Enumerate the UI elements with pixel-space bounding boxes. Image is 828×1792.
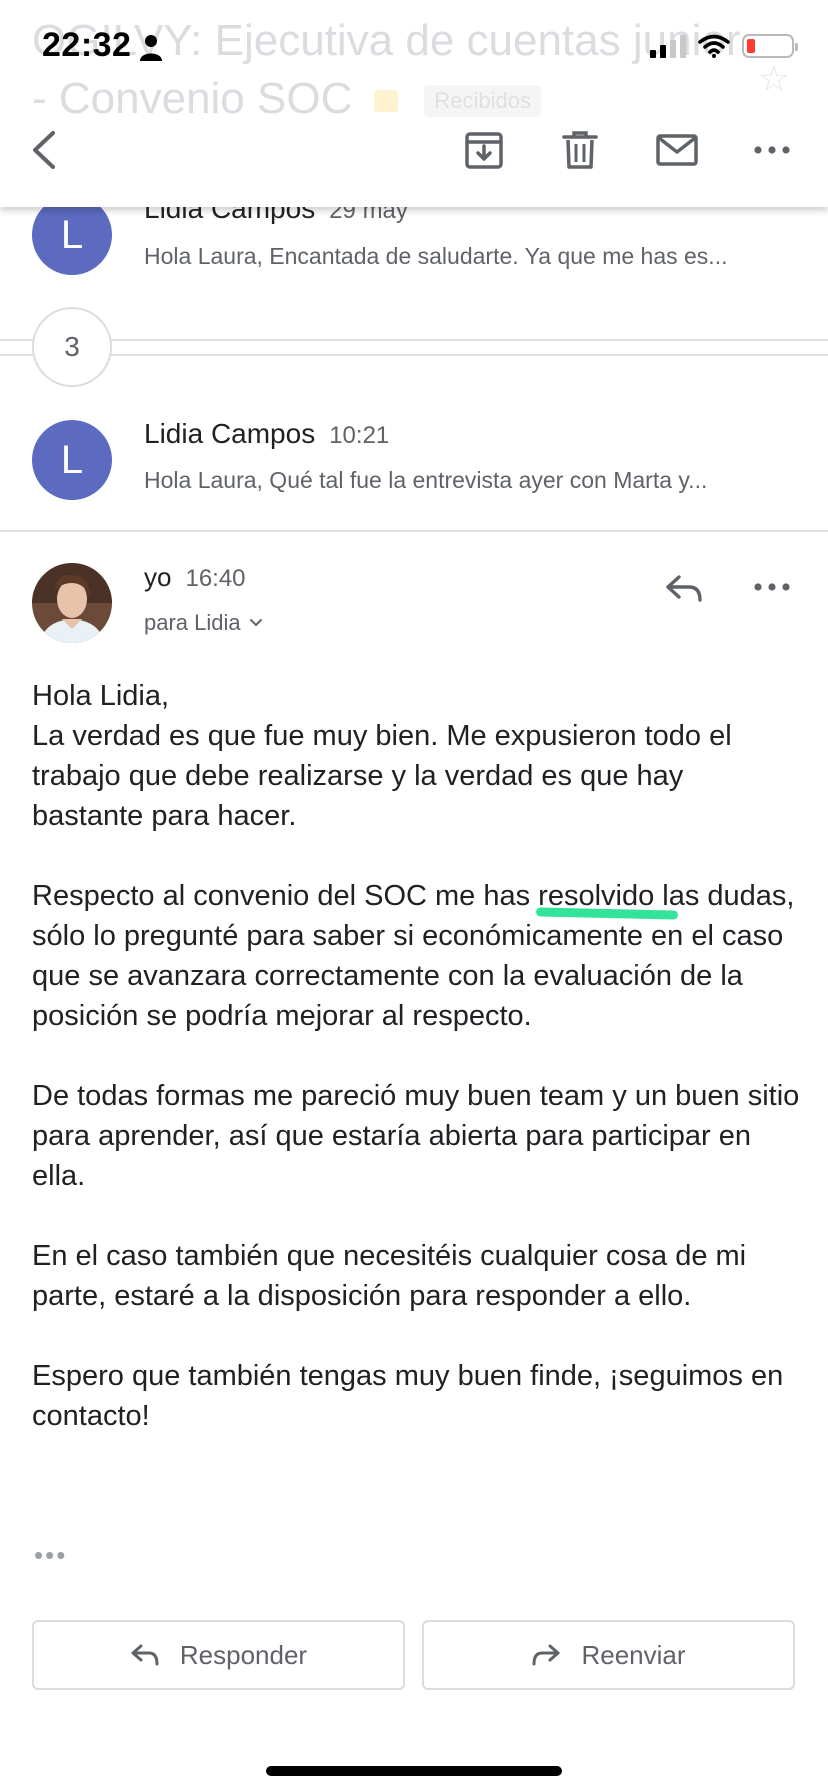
message-snippet: Hola Laura, Encantada de saludarte. Ya q…	[144, 243, 728, 269]
forward-button[interactable]: Reenviar	[422, 1620, 795, 1690]
delete-button[interactable]	[558, 128, 602, 172]
message-divider	[0, 530, 828, 532]
avatar	[32, 563, 112, 643]
star-icon[interactable]: ☆	[758, 58, 790, 100]
sender-name: Lidia Campos	[144, 418, 316, 449]
archive-button[interactable]	[462, 128, 506, 172]
reply-icon	[131, 1644, 159, 1666]
message-time: 16:40	[185, 565, 246, 592]
more-horizontal-icon	[754, 146, 790, 154]
forward-label: Reenviar	[581, 1639, 686, 1670]
avatar: L	[32, 195, 112, 275]
body-text: Respecto al convenio del SOC me has	[32, 880, 539, 912]
body-paragraph: De todas formas me pareció muy buen team…	[32, 1080, 800, 1192]
recipient-details[interactable]: para Lidia	[144, 610, 263, 636]
reply-icon	[666, 575, 702, 602]
profile-photo-icon	[32, 563, 112, 643]
trash-icon	[562, 131, 598, 169]
collapsed-thread-divider	[0, 339, 828, 356]
sender-row: yo 16:40	[144, 562, 246, 593]
status-indicators	[650, 34, 798, 58]
body-paragraph: Respecto al convenio del SOC me has reso…	[32, 876, 802, 1036]
body-paragraph: Hola Lidia, La verdad es que fue muy bien…	[32, 676, 802, 836]
archive-icon	[465, 132, 503, 169]
more-horizontal-icon	[754, 583, 790, 591]
avatar: L	[32, 420, 112, 500]
app-header: OGILVY: Ejecutiva de cuentas junior - Co…	[0, 0, 828, 207]
email-subject: OGILVY: Ejecutiva de cuentas junior - Co…	[32, 12, 752, 128]
greeting: Hola Lidia,	[32, 680, 170, 712]
wifi-icon	[698, 34, 730, 58]
message-body: Hola Lidia, La verdad es que fue muy bien…	[32, 676, 802, 1436]
chevron-down-icon	[249, 619, 262, 626]
forward-icon	[532, 1644, 560, 1666]
back-arrow-icon	[33, 131, 55, 169]
reply-icon-button[interactable]	[662, 567, 706, 611]
message-snippet: Hola Laura, Qué tal fue la entrevista ay…	[144, 467, 708, 493]
sender-name: yo	[144, 562, 172, 592]
more-options-button[interactable]	[750, 128, 794, 172]
show-trimmed-content[interactable]: •••	[34, 1540, 67, 1571]
message-more-button[interactable]	[750, 565, 794, 609]
body-text: La verdad es que fue muy bien. Me expusi…	[32, 720, 732, 832]
importance-marker-icon	[374, 90, 399, 113]
mark-unread-button[interactable]	[654, 128, 700, 172]
home-indicator[interactable]	[266, 1766, 562, 1776]
label-chip: Recibidos	[424, 85, 541, 118]
mail-icon	[656, 134, 698, 166]
battery-icon	[742, 34, 798, 58]
highlighted-word: resolvido	[538, 880, 655, 912]
hidden-messages-count[interactable]: 3	[32, 307, 112, 387]
person-status-icon	[140, 35, 162, 61]
status-time: 22:32	[42, 26, 132, 64]
sender-row: Lidia Campos 10:21	[144, 418, 389, 450]
back-button[interactable]	[22, 128, 66, 172]
body-paragraph: En el caso también que necesitéis cualqu…	[32, 1240, 747, 1312]
body-paragraph: Espero que también tengas muy buen finde…	[32, 1360, 784, 1432]
cellular-signal-icon	[650, 34, 686, 58]
recipient-label: para Lidia	[144, 610, 241, 635]
reply-label: Responder	[179, 1639, 308, 1670]
message-time: 10:21	[329, 422, 390, 449]
reply-button[interactable]: Responder	[32, 1620, 405, 1690]
